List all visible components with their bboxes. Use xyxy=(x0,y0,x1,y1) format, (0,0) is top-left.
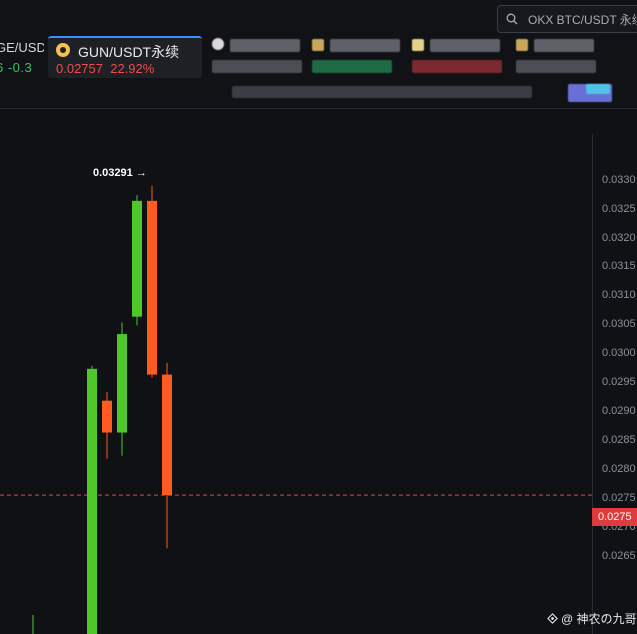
top-toolbar: OKX BTC/USDT 永续 GE/USD 6 -0.3 GUN/USDT永续… xyxy=(0,0,637,109)
price-tick-label: 0.0330 xyxy=(602,173,636,186)
tab-active-change: 22.92% xyxy=(110,61,155,76)
candle-body xyxy=(132,200,142,317)
price-tick-label: 0.0295 xyxy=(602,376,636,389)
gun-coin-icon xyxy=(56,43,70,57)
symbol-search-input[interactable]: OKX BTC/USDT 永续 xyxy=(497,5,637,33)
price-tick-label: 0.0280 xyxy=(602,463,636,476)
price-chart[interactable] xyxy=(0,134,637,634)
watermark: @ 神农の九哥 xyxy=(547,610,637,627)
watermark-text: @ 神农の九哥 xyxy=(561,612,637,626)
price-tick-label: 0.0325 xyxy=(602,202,636,215)
price-axis[interactable]: 0.0330 0.0325 0.0320 0.0315 0.0310 0.0305 0.03… xyxy=(592,134,637,634)
candlestick-plot[interactable] xyxy=(0,134,592,634)
price-tick-label: 0.0285 xyxy=(602,434,636,447)
tab-previous-symbol-name: GE/USD xyxy=(0,40,44,55)
blurred-ticker-tabs xyxy=(206,34,637,106)
search-placeholder: OKX BTC/USDT 永续 xyxy=(528,12,637,27)
tab-gun-usdt[interactable]: GUN/USDT永续 0.02757 22.92% xyxy=(48,36,202,78)
price-tick-label: 0.0290 xyxy=(602,405,636,418)
candle-body xyxy=(117,334,127,433)
tab-previous-change: 6 -0.3 xyxy=(0,60,33,75)
watermark-logo-icon xyxy=(547,613,558,624)
tab-active-symbol: GUN/USDT永续 xyxy=(78,44,180,60)
tab-active-price: 0.02757 xyxy=(56,61,103,76)
tab-active-price-line: 0.02757 22.92% xyxy=(56,61,154,76)
high-price-marker: 0.03291 → xyxy=(93,167,147,179)
search-icon xyxy=(506,13,518,25)
candle-body xyxy=(162,374,172,496)
candle-body xyxy=(147,200,157,375)
price-tick-label: 0.0305 xyxy=(602,318,636,331)
price-tick-label: 0.0275 xyxy=(602,492,636,505)
candle-body xyxy=(102,400,112,433)
candle-body xyxy=(87,368,97,634)
tab-previous-symbol[interactable]: GE/USD 6 -0.3 xyxy=(0,38,44,78)
price-tick-label: 0.0315 xyxy=(602,260,636,273)
price-tick-label: 0.0310 xyxy=(602,289,636,302)
price-tick-label: 0.0320 xyxy=(602,231,636,244)
price-tick-label: 0.0265 xyxy=(602,550,636,563)
current-price-label: 0.0275 xyxy=(592,508,637,526)
price-tick-label: 0.0300 xyxy=(602,347,636,360)
